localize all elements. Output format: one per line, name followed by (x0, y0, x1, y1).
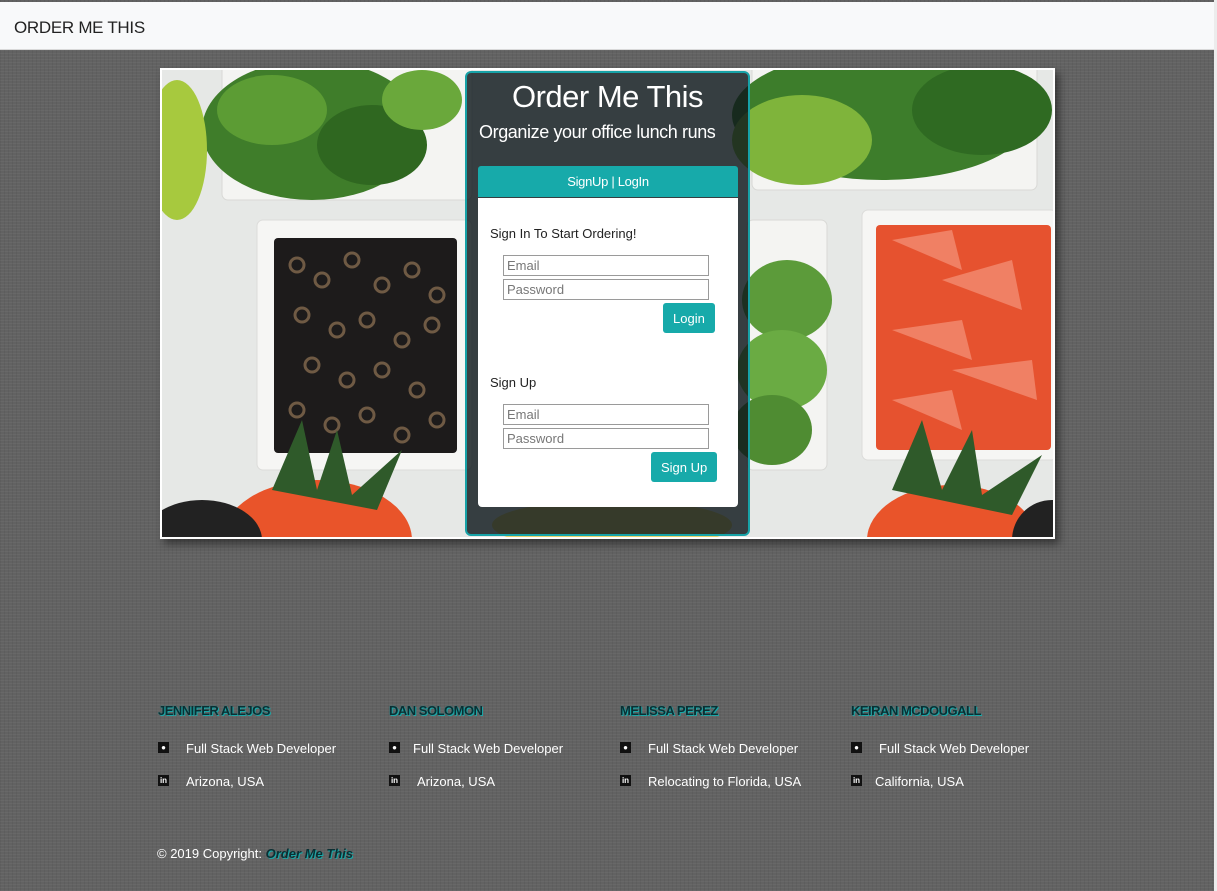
login-password-input[interactable] (503, 279, 709, 300)
brand-link[interactable]: ORDER ME THIS (14, 18, 145, 38)
linkedin-icon[interactable]: in (851, 775, 862, 786)
linkedin-icon[interactable]: in (158, 775, 169, 786)
signup-email-input[interactable] (503, 404, 709, 425)
signup-button[interactable]: Sign Up (651, 452, 718, 482)
team-member-location: California, USA (875, 774, 964, 789)
auth-panel: Order Me This Organize your office lunch… (465, 71, 750, 536)
hero-subtitle: Organize your office lunch runs (479, 122, 716, 142)
copyright-link[interactable]: Order Me This (266, 846, 353, 861)
team-member-name: KEIRAN MCDOUGALL (851, 703, 981, 718)
team-member-role: Full Stack Web Developer (413, 741, 564, 756)
team-member-name: DAN SOLOMON (389, 703, 483, 718)
team-member-name: JENNIFER ALEJOS (158, 703, 270, 718)
github-icon[interactable]: ● (158, 742, 169, 753)
github-icon[interactable]: ● (620, 742, 631, 753)
hero-banner: Order Me This Organize your office lunch… (160, 68, 1055, 539)
team-member-role: Full Stack Web Developer (648, 741, 799, 756)
login-email-input[interactable] (503, 255, 709, 276)
team-member-location: Relocating to Florida, USA (648, 774, 802, 789)
auth-card: Sign In To Start Ordering! Login Sign Up… (478, 198, 738, 507)
linkedin-icon[interactable]: in (389, 775, 400, 786)
team-member-name: MELISSA PEREZ (620, 703, 718, 718)
signup-password-input[interactable] (503, 428, 709, 449)
login-heading: Sign In To Start Ordering! (490, 226, 637, 241)
signup-heading: Sign Up (490, 375, 537, 390)
login-button[interactable]: Login (663, 303, 715, 333)
team-member-role: Full Stack Web Developer (186, 741, 337, 756)
navbar: ORDER ME THIS (0, 2, 1214, 50)
team-member-role: Full Stack Web Developer (879, 741, 1030, 756)
copyright-text: © 2019 Copyright: (157, 846, 262, 861)
linkedin-icon[interactable]: in (620, 775, 631, 786)
team-member-location: Arizona, USA (417, 774, 496, 789)
github-icon[interactable]: ● (389, 742, 400, 753)
signup-login-tab[interactable]: SignUp | LogIn (478, 166, 738, 197)
team-member-location: Arizona, USA (186, 774, 265, 789)
github-icon[interactable]: ● (851, 742, 862, 753)
copyright: © 2019 Copyright: Order Me This (157, 846, 353, 861)
hero-title: Order Me This (511, 79, 704, 114)
